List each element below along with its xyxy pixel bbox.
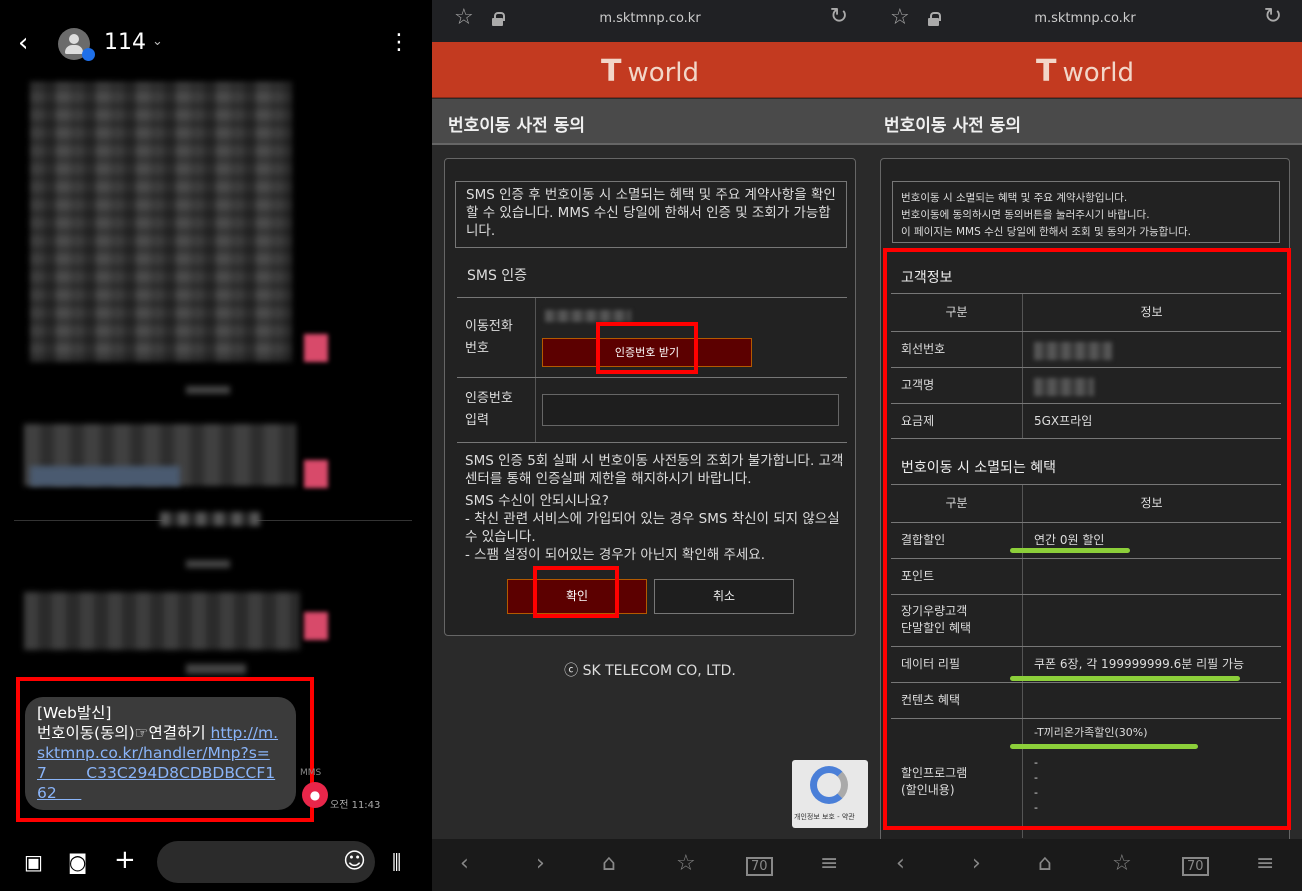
- sms-help-text: SMS 수신이 안되시나요? - 착신 관련 서비스에 가입되어 있는 경우 S…: [465, 493, 840, 563]
- site-banner: Tworld: [432, 42, 868, 98]
- highlight-box: [533, 566, 619, 618]
- tabs-icon[interactable]: 70: [746, 857, 773, 876]
- result-browser-panel: ☆ m.sktmnp.co.kr ↻ Tworld 번호이동 사전 동의 번호이…: [868, 0, 1302, 891]
- back-icon[interactable]: ‹: [896, 851, 905, 876]
- home-icon[interactable]: ⌂: [602, 851, 616, 876]
- phone-label: 이동전화 번호: [465, 319, 513, 356]
- page-header: 번호이동 사전 동의: [868, 99, 1302, 145]
- copyright: ⓒ SK TELECOM CO, LTD.: [564, 663, 736, 679]
- code-input[interactable]: [542, 394, 839, 426]
- blurred-avatar: [304, 612, 328, 640]
- blurred-date: [160, 512, 260, 526]
- code-row: 인증번호 입력: [457, 377, 847, 443]
- back-icon[interactable]: ‹: [460, 851, 469, 876]
- compose-bar: ▣ ◙ + ☺ ⫼: [0, 838, 432, 891]
- auth-card: SMS 인증 후 번호이동 시 소멸되는 혜택 및 주요 계약사항을 확인할 수…: [444, 158, 856, 636]
- reload-icon[interactable]: ↻: [830, 4, 848, 29]
- failure-text: SMS 인증 5회 실패 시 번호이동 사전동의 조회가 불가합니다. 고객센터…: [465, 453, 844, 487]
- voice-icon[interactable]: ⫼: [392, 850, 401, 874]
- message-time: 오전 11:43: [330, 800, 381, 811]
- blurred-message: [24, 592, 300, 650]
- emoji-icon[interactable]: ☺: [343, 849, 366, 874]
- gallery-icon[interactable]: ▣: [24, 850, 43, 874]
- page-title: 번호이동 사전 동의: [884, 116, 1021, 136]
- url-bar: ☆ m.sktmnp.co.kr ↻: [432, 0, 868, 42]
- more-vert-icon[interactable]: ⋮: [388, 30, 410, 55]
- message-input[interactable]: ☺: [157, 841, 375, 883]
- auth-browser-panel: ☆ m.sktmnp.co.kr ↻ Tworld 번호이동 사전 동의 SMS…: [432, 0, 868, 891]
- browser-nav: ‹ › ⌂ ☆ 70 ≡: [432, 839, 868, 891]
- code-label: 인증번호 입력: [465, 391, 513, 428]
- recaptcha-badge[interactable]: 개인정보 보호 - 약관: [792, 760, 868, 828]
- site-banner: Tworld: [868, 42, 1302, 98]
- tworld-logo[interactable]: Tworld: [868, 54, 1302, 89]
- sender-icon: ●: [302, 782, 328, 808]
- menu-icon[interactable]: ≡: [1256, 851, 1274, 876]
- highlight-box: [596, 322, 698, 374]
- forward-icon[interactable]: ›: [972, 851, 981, 876]
- blurred-timestamp: [186, 664, 246, 674]
- blurred-avatar: [304, 334, 328, 362]
- failure-notice: SMS 인증 5회 실패 시 번호이동 사전동의 조회가 불가합니다. 고객센터…: [465, 452, 845, 564]
- plus-icon[interactable]: +: [114, 845, 136, 875]
- blurred-link: [30, 466, 180, 486]
- back-arrow-icon[interactable]: ‹: [18, 28, 28, 58]
- url-bar: ☆ m.sktmnp.co.kr ↻: [868, 0, 1302, 42]
- highlight-box: [16, 677, 314, 822]
- mms-label: MMS: [300, 768, 322, 778]
- tworld-logo[interactable]: Tworld: [432, 54, 868, 89]
- messages-panel: ‹ 114 ⌄ ⋮ [Web발신] 번호이동(동의)☞연결하기 http://m…: [0, 0, 432, 891]
- chevron-down-icon[interactable]: ⌄: [152, 34, 163, 49]
- conversation-header: ‹ 114 ⌄ ⋮: [0, 22, 432, 66]
- page-title: 번호이동 사전 동의: [448, 116, 585, 136]
- tabs-icon[interactable]: 70: [1182, 857, 1209, 876]
- notice-box: 번호이동 시 소멸되는 혜택 및 주요 계약사항입니다. 번호이동에 동의하시면…: [892, 181, 1280, 243]
- bookmark-icon[interactable]: ☆: [676, 851, 696, 876]
- cancel-button[interactable]: 취소: [654, 579, 794, 614]
- url-text[interactable]: m.sktmnp.co.kr: [868, 11, 1302, 26]
- camera-icon[interactable]: ◙: [68, 850, 87, 874]
- url-text[interactable]: m.sktmnp.co.kr: [432, 11, 868, 26]
- menu-icon[interactable]: ≡: [820, 851, 838, 876]
- blurred-message: [30, 82, 292, 362]
- notice-box: SMS 인증 후 번호이동 시 소멸되는 혜택 및 주요 계약사항을 확인할 수…: [455, 181, 847, 248]
- blurred-timestamp: [186, 560, 230, 568]
- forward-icon[interactable]: ›: [536, 851, 545, 876]
- badge-dot-icon: [82, 48, 95, 61]
- browser-nav: ‹ › ⌂ ☆ 70 ≡: [868, 839, 1302, 891]
- reload-icon[interactable]: ↻: [1264, 4, 1282, 29]
- blurred-timestamp: [186, 386, 230, 394]
- highlight-box: [883, 248, 1291, 830]
- sms-auth-title: SMS 인증: [467, 268, 528, 284]
- home-icon[interactable]: ⌂: [1038, 851, 1052, 876]
- page-header: 번호이동 사전 동의: [432, 99, 868, 145]
- blurred-phone: [545, 310, 631, 322]
- blurred-avatar: [304, 460, 328, 488]
- recaptcha-icon: [810, 766, 848, 804]
- bookmark-icon[interactable]: ☆: [1112, 851, 1132, 876]
- contact-name[interactable]: 114: [104, 30, 146, 55]
- recaptcha-text[interactable]: 개인정보 보호 - 약관: [794, 812, 855, 822]
